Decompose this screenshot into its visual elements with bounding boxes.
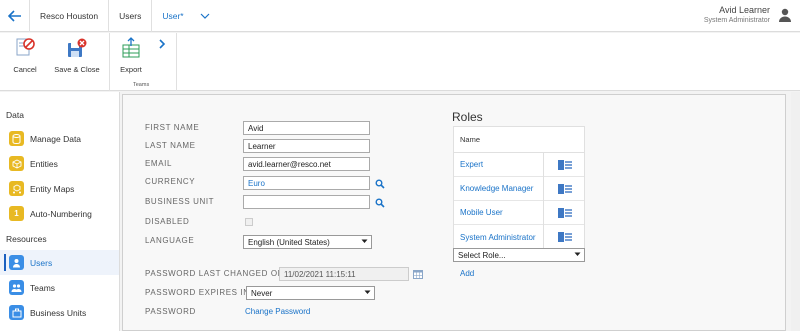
currency-label: CURRENCY bbox=[145, 177, 196, 186]
sidebar-section-data: Data bbox=[6, 110, 24, 120]
search-icon[interactable] bbox=[375, 179, 385, 189]
sidebar-item-users[interactable]: Users bbox=[0, 250, 119, 275]
sidebar-section-resources: Resources bbox=[6, 234, 47, 244]
calendar-icon bbox=[413, 269, 423, 281]
select-role-dropdown[interactable]: Select Role... bbox=[453, 248, 585, 262]
sidebar-item-entity-maps[interactable]: Entity Maps bbox=[0, 176, 119, 201]
change-password-link[interactable]: Change Password bbox=[245, 307, 310, 316]
table-row[interactable]: Mobile User bbox=[454, 201, 584, 225]
user-name: Avid Learner bbox=[719, 5, 770, 15]
cancel-button[interactable]: Cancel bbox=[10, 37, 40, 74]
email-label: EMAIL bbox=[145, 159, 173, 168]
password-changed-label: PASSWORD LAST CHANGED ON bbox=[145, 269, 285, 278]
table-row[interactable]: System Administrator bbox=[454, 225, 584, 249]
save-close-button[interactable]: Save & Close bbox=[52, 37, 102, 74]
sidebar-item-label: Entity Maps bbox=[30, 183, 75, 194]
cube-icon bbox=[9, 156, 24, 171]
sidebar-item-auto-numbering[interactable]: 1 Auto-Numbering bbox=[0, 201, 119, 226]
first-name-label: FIRST NAME bbox=[145, 123, 200, 132]
cancel-icon bbox=[14, 37, 36, 59]
save-close-icon bbox=[66, 37, 88, 59]
vertical-scrollbar[interactable] bbox=[791, 92, 800, 331]
search-icon[interactable] bbox=[375, 198, 385, 208]
sidebar-item-label: Manage Data bbox=[30, 133, 82, 144]
user-icon bbox=[9, 255, 24, 270]
role-actions-icon[interactable] bbox=[543, 201, 586, 225]
role-actions-icon[interactable] bbox=[543, 153, 586, 177]
select-role-placeholder: Select Role... bbox=[458, 251, 506, 260]
roles-title: Roles bbox=[452, 110, 483, 124]
save-close-label: Save & Close bbox=[54, 65, 100, 74]
role-link[interactable]: Expert bbox=[454, 160, 543, 169]
breadcrumb-resco-houston[interactable]: Resco Houston bbox=[30, 0, 110, 32]
sidebar-item-teams[interactable]: Teams bbox=[0, 275, 119, 300]
breadcrumb-current-user[interactable]: User* bbox=[152, 0, 193, 32]
password-label: PASSWORD bbox=[145, 307, 196, 316]
roles-column-header[interactable]: Name bbox=[454, 127, 584, 153]
top-bar: Resco Houston Users User* Avid Learner S… bbox=[0, 0, 800, 32]
disabled-label: DISABLED bbox=[145, 217, 190, 226]
back-button[interactable] bbox=[0, 0, 30, 32]
language-select[interactable]: English (United States) bbox=[243, 235, 372, 249]
role-link[interactable]: System Administrator bbox=[454, 233, 543, 242]
chevron-down-icon bbox=[574, 250, 581, 261]
arrow-left-icon bbox=[7, 9, 21, 22]
business-unit-lookup-field[interactable] bbox=[243, 195, 370, 209]
sidebar-item-label: Teams bbox=[30, 282, 56, 293]
teams-icon bbox=[9, 280, 24, 295]
toolbar-divider bbox=[176, 33, 177, 91]
user-role: System Administrator bbox=[703, 17, 770, 24]
add-role-button[interactable]: Add bbox=[460, 269, 474, 278]
sidebar-item-label: Business Units bbox=[30, 307, 87, 318]
export-icon bbox=[120, 37, 142, 59]
chevron-down-icon[interactable] bbox=[194, 0, 216, 32]
disabled-checkbox[interactable] bbox=[245, 218, 253, 226]
chevron-right-icon[interactable] bbox=[158, 39, 166, 52]
user-avatar-icon bbox=[779, 8, 791, 22]
sidebar-item-business-units[interactable]: Business Units bbox=[0, 300, 119, 325]
entity-maps-icon bbox=[9, 181, 24, 196]
email-field[interactable]: avid.learner@resco.net bbox=[243, 157, 370, 171]
business-unit-label: BUSINESS UNIT bbox=[145, 197, 215, 206]
user-form-panel: FIRST NAME Avid LAST NAME Learner EMAIL … bbox=[122, 94, 786, 331]
roles-table: Name Expert Knowledge Manager Mobile Use… bbox=[453, 126, 585, 250]
business-units-icon bbox=[9, 305, 24, 320]
password-expires-label: PASSWORD EXPIRES IN bbox=[145, 288, 250, 297]
last-name-field[interactable]: Learner bbox=[243, 139, 370, 153]
chevron-down-icon bbox=[361, 237, 368, 248]
sidebar: Data Manage Data Entities Entity Maps 1 … bbox=[0, 92, 120, 331]
role-link[interactable]: Knowledge Manager bbox=[454, 184, 543, 193]
currency-lookup-field[interactable]: Euro bbox=[243, 176, 370, 190]
table-row[interactable]: Knowledge Manager bbox=[454, 177, 584, 201]
language-label: LANGUAGE bbox=[145, 236, 195, 245]
database-icon bbox=[9, 131, 24, 146]
breadcrumb-users[interactable]: Users bbox=[109, 0, 153, 32]
table-row[interactable]: Expert bbox=[454, 153, 584, 177]
export-label: Export bbox=[120, 65, 142, 74]
toolbar-divider bbox=[109, 33, 110, 91]
user-info[interactable]: Avid Learner System Administrator bbox=[704, 5, 770, 24]
sidebar-item-manage-data[interactable]: Manage Data bbox=[0, 126, 119, 151]
role-actions-icon[interactable] bbox=[543, 177, 586, 201]
password-changed-field: 11/02/2021 11:15:11 bbox=[279, 267, 409, 281]
chevron-down-icon bbox=[364, 288, 371, 299]
last-name-label: LAST NAME bbox=[145, 141, 196, 150]
command-toolbar: Cancel Save & Close Export Teams bbox=[0, 33, 800, 91]
cancel-label: Cancel bbox=[13, 65, 37, 74]
numbering-icon: 1 bbox=[9, 206, 24, 221]
password-expires-select[interactable]: Never bbox=[246, 286, 375, 300]
role-actions-icon[interactable] bbox=[543, 225, 586, 249]
language-value: English (United States) bbox=[248, 238, 330, 247]
sidebar-item-label: Users bbox=[30, 257, 53, 268]
export-button[interactable]: Export bbox=[116, 37, 146, 74]
sidebar-item-label: Entities bbox=[30, 158, 58, 169]
password-expires-value: Never bbox=[251, 289, 273, 298]
sidebar-item-label: Auto-Numbering bbox=[30, 208, 92, 219]
avatar[interactable] bbox=[776, 6, 794, 24]
toolbar-group-label: Teams bbox=[133, 82, 150, 88]
first-name-field[interactable]: Avid bbox=[243, 121, 370, 135]
role-link[interactable]: Mobile User bbox=[454, 208, 543, 217]
sidebar-item-entities[interactable]: Entities bbox=[0, 151, 119, 176]
